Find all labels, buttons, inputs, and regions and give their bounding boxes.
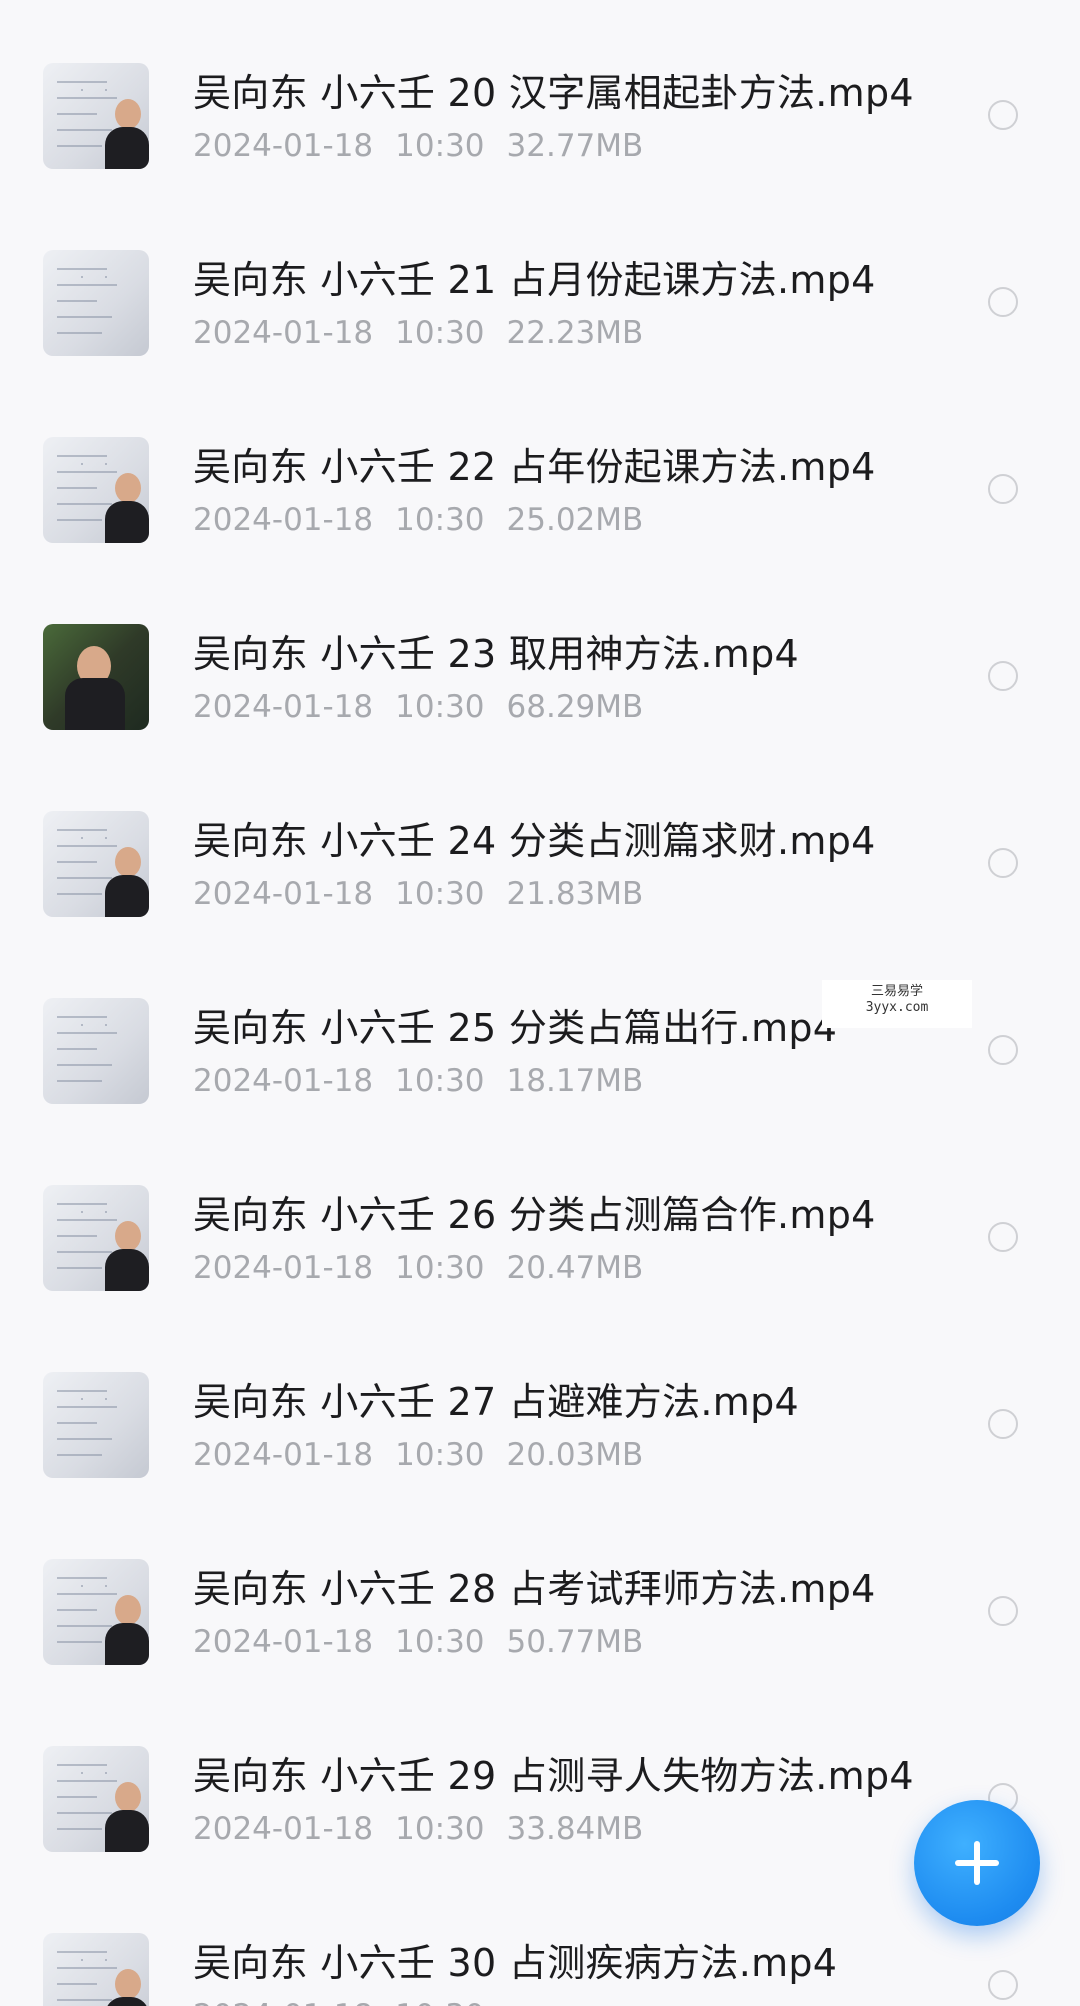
file-meta: 2024-01-18 10:30 18.17MB: [193, 1063, 665, 1099]
file-date: 2024-01-18: [193, 1063, 374, 1099]
video-thumbnail[interactable]: [43, 1746, 149, 1852]
file-date: 2024-01-18: [193, 689, 374, 725]
file-time: 10:30: [395, 689, 485, 725]
file-row[interactable]: 吴向东 小六壬 30 占测疾病方法.mp4 2024-01-18 10:30: [0, 1870, 1080, 2006]
file-date: 2024-01-18: [193, 502, 374, 538]
file-date: 2024-01-18: [193, 1811, 374, 1847]
file-row[interactable]: 吴向东 小六壬 26 分类占测篇合作.mp4 2024-01-18 10:30 20.…: [0, 1122, 1080, 1309]
file-size: 25.02MB: [506, 502, 644, 538]
watermark: 三易易学 3yyx.com: [822, 980, 972, 1028]
video-thumbnail[interactable]: [43, 1372, 149, 1478]
file-row[interactable]: 吴向东 小六壬 21 占月份起课方法.mp4 2024-01-18 10:30 22.…: [0, 187, 1080, 374]
file-meta: 2024-01-18 10:30 25.02MB: [193, 502, 665, 538]
select-radio[interactable]: [988, 661, 1018, 691]
file-meta: 2024-01-18 10:30 20.03MB: [193, 1437, 665, 1473]
select-radio[interactable]: [988, 1035, 1018, 1065]
file-meta: 2024-01-18 10:30: [193, 1998, 529, 2006]
file-time: 10:30: [395, 315, 485, 351]
watermark-line2: 3yyx.com: [865, 1000, 929, 1016]
video-thumbnail[interactable]: [43, 63, 149, 169]
file-row[interactable]: 吴向东 小六壬 24 分类占测篇求财.mp4 2024-01-18 10:30 21.…: [0, 748, 1080, 935]
video-thumbnail[interactable]: [43, 624, 149, 730]
video-thumbnail[interactable]: [43, 1185, 149, 1291]
file-time: 10:30: [395, 1624, 485, 1660]
file-date: 2024-01-18: [193, 1250, 374, 1286]
file-name: 吴向东 小六壬 26 分类占测篇合作.mp4: [193, 1193, 876, 1237]
file-meta: 2024-01-18 10:30 22.23MB: [193, 315, 665, 351]
file-meta: 2024-01-18 10:30 50.77MB: [193, 1624, 665, 1660]
add-button[interactable]: [914, 1800, 1040, 1926]
file-meta: 2024-01-18 10:30 32.77MB: [193, 128, 665, 164]
file-meta: 2024-01-18 10:30 20.47MB: [193, 1250, 665, 1286]
file-meta: 2024-01-18 10:30 33.84MB: [193, 1811, 665, 1847]
file-row[interactable]: 吴向东 小六壬 20 汉字属相起卦方法.mp4 2024-01-18 10:30 32…: [0, 0, 1080, 187]
select-radio[interactable]: [988, 1409, 1018, 1439]
select-radio[interactable]: [988, 1222, 1018, 1252]
file-time: 10:30: [395, 502, 485, 538]
file-row[interactable]: 吴向东 小六壬 22 占年份起课方法.mp4 2024-01-18 10:30 25.…: [0, 374, 1080, 561]
select-radio[interactable]: [988, 1970, 1018, 2000]
file-row[interactable]: 吴向东 小六壬 23 取用神方法.mp4 2024-01-18 10:30 68.29…: [0, 561, 1080, 748]
file-size: 33.84MB: [506, 1811, 644, 1847]
file-date: 2024-01-18: [193, 128, 374, 164]
file-size: 32.77MB: [506, 128, 644, 164]
file-date: 2024-01-18: [193, 1437, 374, 1473]
file-name: 吴向东 小六壬 23 取用神方法.mp4: [193, 632, 799, 676]
video-thumbnail[interactable]: [43, 998, 149, 1104]
file-date: 2024-01-18: [193, 876, 374, 912]
video-thumbnail[interactable]: [43, 250, 149, 356]
file-name: 吴向东 小六壬 30 占测疾病方法.mp4: [193, 1941, 838, 1985]
file-size: 20.03MB: [506, 1437, 644, 1473]
file-time: 10:30: [395, 1437, 485, 1473]
file-size: 22.23MB: [506, 315, 644, 351]
select-radio[interactable]: [988, 287, 1018, 317]
file-name: 吴向东 小六壬 20 汉字属相起卦方法.mp4: [193, 71, 914, 115]
file-name: 吴向东 小六壬 25 分类占篇出行.mp4: [193, 1006, 838, 1050]
file-date: 2024-01-18: [193, 1624, 374, 1660]
file-row[interactable]: 吴向东 小六壬 25 分类占篇出行.mp4 2024-01-18 10:30 18.1…: [0, 935, 1080, 1122]
file-time: 10:30: [395, 876, 485, 912]
plus-icon: [955, 1841, 999, 1885]
file-meta: 2024-01-18 10:30 68.29MB: [193, 689, 665, 725]
file-name: 吴向东 小六壬 22 占年份起课方法.mp4: [193, 445, 876, 489]
file-row[interactable]: 吴向东 小六壬 27 占避难方法.mp4 2024-01-18 10:30 20.03…: [0, 1309, 1080, 1496]
file-time: 10:30: [395, 1063, 485, 1099]
file-size: 21.83MB: [506, 876, 644, 912]
file-name: 吴向东 小六壬 24 分类占测篇求财.mp4: [193, 819, 876, 863]
file-meta: 2024-01-18 10:30 21.83MB: [193, 876, 665, 912]
file-row[interactable]: 吴向东 小六壬 28 占考试拜师方法.mp4 2024-01-18 10:30 50.…: [0, 1496, 1080, 1683]
file-size: 18.17MB: [506, 1063, 644, 1099]
file-date: 2024-01-18: [193, 315, 374, 351]
select-radio[interactable]: [988, 100, 1018, 130]
file-name: 吴向东 小六壬 28 占考试拜师方法.mp4: [193, 1567, 876, 1611]
file-time: 10:30: [395, 1998, 484, 2006]
video-thumbnail[interactable]: [43, 811, 149, 917]
select-radio[interactable]: [988, 474, 1018, 504]
file-name: 吴向东 小六壬 21 占月份起课方法.mp4: [193, 258, 876, 302]
file-name: 吴向东 小六壬 29 占测寻人失物方法.mp4: [193, 1754, 914, 1798]
video-thumbnail[interactable]: [43, 1559, 149, 1665]
file-time: 10:30: [395, 1811, 485, 1847]
file-size: 68.29MB: [506, 689, 644, 725]
file-size: 20.47MB: [506, 1250, 644, 1286]
file-date: 2024-01-18: [193, 1998, 373, 2006]
file-size: 50.77MB: [506, 1624, 644, 1660]
watermark-line1: 三易易学: [870, 984, 923, 999]
video-thumbnail[interactable]: [43, 437, 149, 543]
select-radio[interactable]: [988, 848, 1018, 878]
file-manager-screen: 吴向东 小六壬 20 汉字属相起卦方法.mp4 2024-01-18 10:30 32…: [0, 0, 1080, 2006]
file-name: 吴向东 小六壬 27 占避难方法.mp4: [193, 1380, 799, 1424]
file-time: 10:30: [395, 128, 485, 164]
select-radio[interactable]: [988, 1596, 1018, 1626]
file-time: 10:30: [395, 1250, 485, 1286]
video-thumbnail[interactable]: [43, 1933, 149, 2006]
